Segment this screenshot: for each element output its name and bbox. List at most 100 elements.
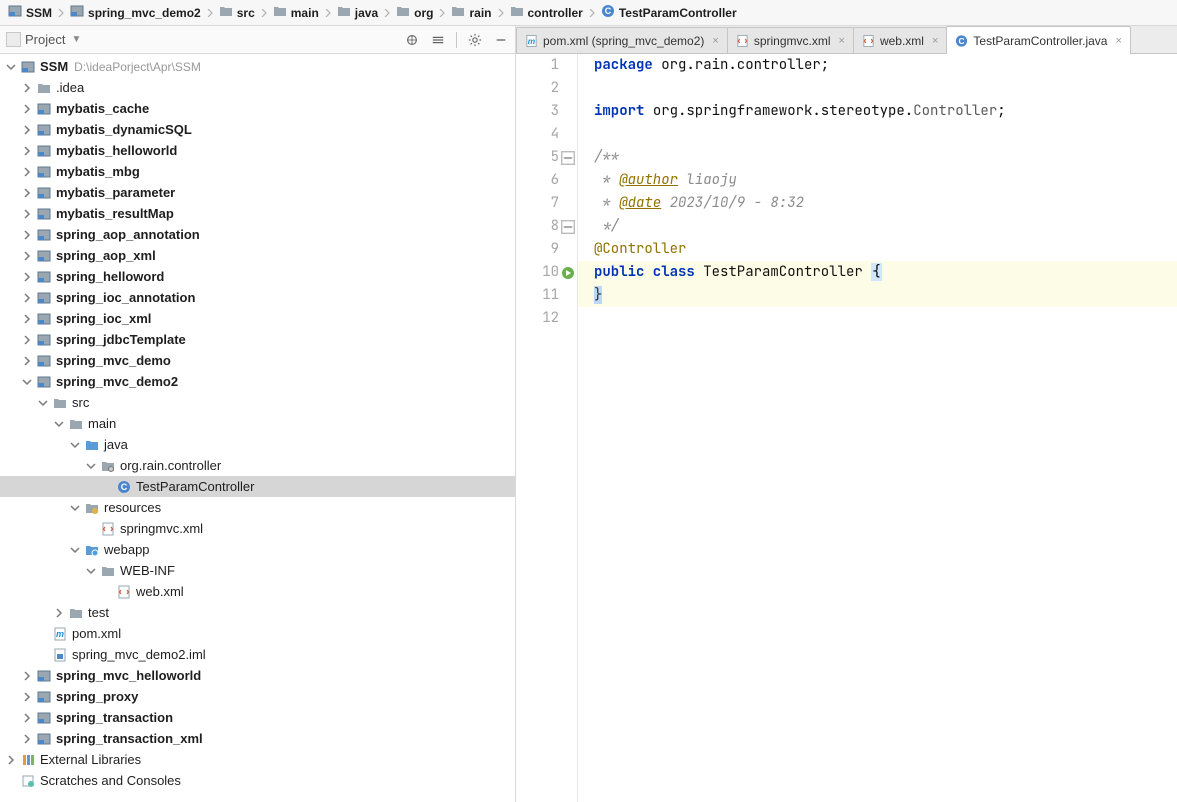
tree-node[interactable]: WEB-INF (0, 560, 515, 581)
gutter-line[interactable]: 11 (516, 284, 577, 307)
settings-button[interactable] (467, 32, 483, 48)
code-line[interactable]: * @date 2023/10/9 - 8:32 (594, 192, 1177, 215)
gutter-line[interactable]: 7 (516, 192, 577, 215)
breadcrumb-item[interactable]: main (269, 0, 323, 25)
tree-node[interactable]: spring_mvc_helloworld (0, 665, 515, 686)
select-opened-file-button[interactable] (404, 32, 420, 48)
expand-icon[interactable] (52, 606, 66, 620)
tree-node[interactable]: External Libraries (0, 749, 515, 770)
tree-node[interactable]: spring_jdbcTemplate (0, 329, 515, 350)
tree-node[interactable]: spring_helloword (0, 266, 515, 287)
hide-button[interactable] (493, 32, 509, 48)
editor-tab[interactable]: web.xml× (853, 27, 947, 53)
tree-node[interactable]: spring_ioc_annotation (0, 287, 515, 308)
tree-node[interactable]: SSMD:\ideaPorject\Apr\SSM (0, 56, 515, 77)
expand-icon[interactable] (20, 228, 34, 242)
tree-node[interactable]: .idea (0, 77, 515, 98)
expand-icon[interactable] (20, 249, 34, 263)
gutter-line[interactable]: 4 (516, 123, 577, 146)
tree-node[interactable]: mybatis_mbg (0, 161, 515, 182)
gutter-line[interactable]: 5 (516, 146, 577, 169)
collapse-icon[interactable] (68, 438, 82, 452)
project-tree[interactable]: SSMD:\ideaPorject\Apr\SSM.ideamybatis_ca… (0, 54, 515, 802)
code-line[interactable]: * @author liaojy (594, 169, 1177, 192)
tree-node[interactable]: spring_mvc_demo (0, 350, 515, 371)
editor-content[interactable]: package org.rain.controller;import org.s… (578, 54, 1177, 802)
breadcrumb-item[interactable]: SSM (4, 0, 56, 25)
gutter-line[interactable]: 10 (516, 261, 577, 284)
collapse-icon[interactable] (68, 543, 82, 557)
tree-node[interactable]: spring_proxy (0, 686, 515, 707)
fold-close-icon[interactable] (561, 219, 575, 233)
tree-node[interactable]: main (0, 413, 515, 434)
project-view-selector[interactable]: Project ▼ (6, 32, 81, 47)
tree-node[interactable]: spring_mvc_demo2 (0, 371, 515, 392)
tree-node[interactable]: spring_ioc_xml (0, 308, 515, 329)
collapse-icon[interactable] (4, 60, 18, 74)
code-line[interactable] (594, 123, 1177, 146)
editor-gutter[interactable]: 123456789101112 (516, 54, 578, 802)
code-line[interactable] (594, 77, 1177, 100)
code-line[interactable]: /** (594, 146, 1177, 169)
gutter-line[interactable]: 1 (516, 54, 577, 77)
code-line[interactable]: package org.rain.controller; (594, 54, 1177, 77)
close-tab-icon[interactable]: × (932, 35, 938, 47)
expand-icon[interactable] (20, 732, 34, 746)
breadcrumb-item[interactable]: spring_mvc_demo2 (66, 0, 205, 25)
gutter-line[interactable]: 6 (516, 169, 577, 192)
expand-icon[interactable] (20, 669, 34, 683)
tree-node[interactable]: org.rain.controller (0, 455, 515, 476)
gutter-line[interactable]: 12 (516, 307, 577, 330)
expand-icon[interactable] (20, 186, 34, 200)
tree-node[interactable]: resources (0, 497, 515, 518)
tree-node[interactable]: spring_mvc_demo2.iml (0, 644, 515, 665)
tree-node[interactable]: test (0, 602, 515, 623)
tree-node[interactable]: Scratches and Consoles (0, 770, 515, 791)
expand-icon[interactable] (20, 165, 34, 179)
editor-tab[interactable]: mpom.xml (spring_mvc_demo2)× (516, 27, 728, 53)
collapse-icon[interactable] (20, 375, 34, 389)
close-tab-icon[interactable]: × (839, 35, 845, 47)
tree-node[interactable]: src (0, 392, 515, 413)
tree-node[interactable]: web.xml (0, 581, 515, 602)
tree-node[interactable]: mybatis_resultMap (0, 203, 515, 224)
editor-tab[interactable]: CTestParamController.java× (946, 26, 1131, 54)
close-tab-icon[interactable]: × (1115, 35, 1121, 47)
code-line[interactable]: public class TestParamController { (578, 261, 1177, 284)
tree-node[interactable]: mpom.xml (0, 623, 515, 644)
code-editor[interactable]: 123456789101112 package org.rain.control… (516, 54, 1177, 802)
gutter-line[interactable]: 9 (516, 238, 577, 261)
collapse-icon[interactable] (84, 459, 98, 473)
editor-tab[interactable]: springmvc.xml× (727, 27, 854, 53)
breadcrumb-item[interactable]: java (333, 0, 382, 25)
gutter-line[interactable]: 8 (516, 215, 577, 238)
gutter-line[interactable]: 3 (516, 100, 577, 123)
tree-node[interactable]: mybatis_helloworld (0, 140, 515, 161)
tree-node[interactable]: spring_aop_annotation (0, 224, 515, 245)
tree-node[interactable]: CTestParamController (0, 476, 515, 497)
expand-icon[interactable] (20, 312, 34, 326)
expand-icon[interactable] (20, 123, 34, 137)
tree-node[interactable]: spring_aop_xml (0, 245, 515, 266)
collapse-icon[interactable] (36, 396, 50, 410)
expand-icon[interactable] (20, 354, 34, 368)
expand-all-button[interactable] (430, 32, 446, 48)
tree-node[interactable]: mybatis_cache (0, 98, 515, 119)
expand-icon[interactable] (20, 711, 34, 725)
breadcrumb-item[interactable]: controller (506, 0, 587, 25)
expand-icon[interactable] (20, 291, 34, 305)
collapse-icon[interactable] (84, 564, 98, 578)
tree-node[interactable]: spring_transaction (0, 707, 515, 728)
tree-node[interactable]: mybatis_dynamicSQL (0, 119, 515, 140)
collapse-icon[interactable] (52, 417, 66, 431)
tree-node[interactable]: springmvc.xml (0, 518, 515, 539)
breadcrumb-item[interactable]: CTestParamController (597, 0, 741, 25)
breadcrumb-item[interactable]: org (392, 0, 437, 25)
expand-icon[interactable] (20, 690, 34, 704)
expand-icon[interactable] (20, 333, 34, 347)
tree-node[interactable]: mybatis_parameter (0, 182, 515, 203)
expand-icon[interactable] (4, 753, 18, 767)
tree-node[interactable]: webapp (0, 539, 515, 560)
gutter-line[interactable]: 2 (516, 77, 577, 100)
breadcrumb-item[interactable]: src (215, 0, 259, 25)
